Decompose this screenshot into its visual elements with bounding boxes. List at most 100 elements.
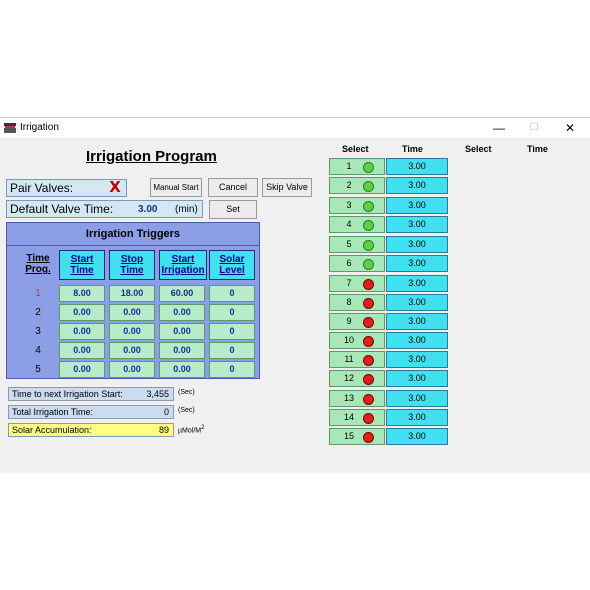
skip-valve-button[interactable]: Skip Valve [262, 178, 312, 197]
valve-time-input[interactable]: 3.00 [386, 158, 448, 175]
header-solar-level: Solar Level [209, 250, 255, 280]
valve-time-header-2: Time [527, 144, 548, 154]
valve-number: 1 [346, 161, 352, 171]
header-start-time: Start Time [59, 250, 105, 280]
solar-level-cell[interactable]: 0 [209, 304, 255, 321]
valve-row: 1 3.00 [329, 158, 448, 175]
valve-time-input[interactable]: 3.00 [386, 216, 448, 233]
solar-level-cell[interactable]: 0 [209, 342, 255, 359]
start-time-cell[interactable]: 0.00 [59, 361, 105, 378]
pair-valves-label: Pair Valves: [10, 181, 74, 195]
valve-row: 8 3.00 [329, 294, 448, 311]
valve-time-input[interactable]: 3.00 [386, 197, 448, 214]
valve-select-button[interactable]: 4 [329, 216, 385, 233]
valve-time-input[interactable]: 3.00 [386, 236, 448, 253]
header-start-time-line1: Start [70, 254, 94, 265]
set-button[interactable]: Set [209, 200, 257, 219]
valve-time-header: Time [402, 144, 423, 154]
default-valve-time-field: Default Valve Time: 3.00 (min) [6, 200, 203, 218]
valve-select-button[interactable]: 11 [329, 351, 385, 368]
valve-select-button[interactable]: 2 [329, 177, 385, 194]
stop-time-cell[interactable]: 0.00 [109, 342, 155, 359]
header-stop-time-line1: Stop [120, 254, 144, 265]
solar-accumulation-unit-sup: 2 [201, 425, 205, 431]
default-valve-time-input[interactable]: 3.00 [138, 201, 157, 218]
manual-start-button[interactable]: Manual Start [150, 178, 202, 197]
valve-time-input[interactable]: 3.00 [386, 351, 448, 368]
start-time-cell[interactable]: 0.00 [59, 304, 105, 321]
next-irrigation-start-label: Time to next Irrigation Start: [12, 389, 123, 399]
header-time-prog-line1: Time [26, 253, 50, 264]
header-solar-level-line2: Level [219, 265, 245, 276]
start-irrigation-cell[interactable]: 0.00 [159, 342, 205, 359]
valve-select-button[interactable]: 5 [329, 236, 385, 253]
valve-time-input[interactable]: 3.00 [386, 255, 448, 272]
valve-number: 10 [343, 335, 354, 345]
header-time-prog-line2: Prog. [25, 264, 51, 275]
valve-status-red-icon [363, 413, 374, 424]
valve-select-button[interactable]: 10 [329, 332, 385, 349]
prog-number: 3 [35, 326, 41, 337]
valve-select-button[interactable]: 14 [329, 409, 385, 426]
valve-number: 7 [346, 278, 352, 288]
start-irrigation-cell[interactable]: 60.00 [159, 285, 205, 302]
valve-select-button[interactable]: 6 [329, 255, 385, 272]
minimize-button[interactable]: — [484, 119, 514, 137]
valve-row: 13 3.00 [329, 390, 448, 407]
start-irrigation-cell[interactable]: 0.00 [159, 304, 205, 321]
valve-time-input[interactable]: 3.00 [386, 313, 448, 330]
valve-select-button[interactable]: 12 [329, 370, 385, 387]
app-icon [4, 123, 16, 133]
solar-level-cell[interactable]: 0 [209, 323, 255, 340]
solar-level-cell[interactable]: 0 [209, 285, 255, 302]
prog-number: 4 [35, 345, 41, 356]
valve-select-button[interactable]: 9 [329, 313, 385, 330]
window-title: Irrigation [20, 122, 59, 133]
prog-number: 1 [35, 288, 41, 299]
start-time-cell[interactable]: 0.00 [59, 323, 105, 340]
valve-row: 4 3.00 [329, 216, 448, 233]
valve-number: 13 [343, 393, 354, 403]
start-irrigation-cell[interactable]: 0.00 [159, 361, 205, 378]
close-button[interactable]: ✕ [555, 119, 585, 137]
valve-time-input[interactable]: 3.00 [386, 275, 448, 292]
valve-row: 14 3.00 [329, 409, 448, 426]
valve-time-input[interactable]: 3.00 [386, 177, 448, 194]
valve-row: 2 3.00 [329, 177, 448, 194]
valve-status-green-icon [363, 240, 374, 251]
valve-number: 6 [346, 258, 352, 268]
valve-time-input[interactable]: 3.00 [386, 370, 448, 387]
start-time-cell[interactable]: 8.00 [59, 285, 105, 302]
valve-time-input[interactable]: 3.00 [386, 409, 448, 426]
valve-select-button[interactable]: 7 [329, 275, 385, 292]
valve-time-input[interactable]: 3.00 [386, 332, 448, 349]
valve-time-input[interactable]: 3.00 [386, 390, 448, 407]
solar-accumulation-field: Solar Accumulation: 89 [8, 423, 174, 437]
stop-time-cell[interactable]: 0.00 [109, 304, 155, 321]
valve-time-input[interactable]: 3.00 [386, 428, 448, 445]
valve-row: 7 3.00 [329, 275, 448, 292]
solar-level-cell[interactable]: 0 [209, 361, 255, 378]
start-time-cell[interactable]: 0.00 [59, 342, 105, 359]
pair-valves-toggle-icon[interactable]: X [107, 180, 123, 195]
valve-select-button[interactable]: 3 [329, 197, 385, 214]
valve-number: 2 [346, 180, 352, 190]
stop-time-cell[interactable]: 0.00 [109, 361, 155, 378]
valve-time-input[interactable]: 3.00 [386, 294, 448, 311]
valve-select-button[interactable]: 8 [329, 294, 385, 311]
default-valve-time-unit: (min) [175, 204, 198, 215]
valve-status-green-icon [363, 259, 374, 270]
valve-select-button[interactable]: 15 [329, 428, 385, 445]
valve-number: 9 [346, 316, 352, 326]
maximize-button[interactable]: ☐ [519, 119, 549, 137]
valve-status-red-icon [363, 298, 374, 309]
cancel-button[interactable]: Cancel [208, 178, 258, 197]
valve-select-button[interactable]: 13 [329, 390, 385, 407]
start-irrigation-cell[interactable]: 0.00 [159, 323, 205, 340]
program-title: Irrigation Program [86, 148, 217, 165]
next-irrigation-start-field: Time to next Irrigation Start: 3,455 [8, 387, 174, 401]
stop-time-cell[interactable]: 18.00 [109, 285, 155, 302]
valve-select-button[interactable]: 1 [329, 158, 385, 175]
stop-time-cell[interactable]: 0.00 [109, 323, 155, 340]
valve-row: 10 3.00 [329, 332, 448, 349]
